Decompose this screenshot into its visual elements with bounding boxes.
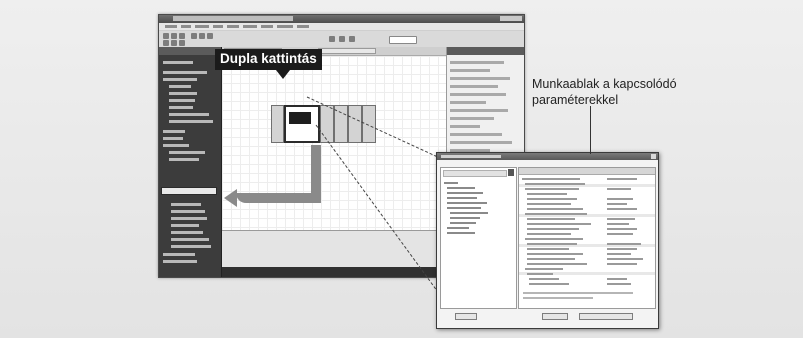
restore-default-button[interactable] <box>579 313 633 320</box>
parameter-grid[interactable] <box>518 167 656 309</box>
dialog-titlebar <box>437 153 658 160</box>
double-click-callout: Dupla kattintás <box>215 49 322 79</box>
callout-leader-line <box>590 106 591 154</box>
illustration: Dupla kattintás Munkaablak a kapcsolódó … <box>0 0 803 338</box>
check-button[interactable] <box>542 313 568 320</box>
filter-button[interactable] <box>455 313 477 320</box>
close-icon[interactable] <box>651 154 656 159</box>
search-icon[interactable] <box>508 169 514 176</box>
parameter-work-window[interactable] <box>436 152 659 329</box>
search-input[interactable] <box>443 170 507 177</box>
work-window-callout: Munkaablak a kapcsolódó paraméterekkel <box>532 77 677 107</box>
parameter-tree[interactable] <box>440 167 517 309</box>
connector-lines <box>306 96 463 326</box>
